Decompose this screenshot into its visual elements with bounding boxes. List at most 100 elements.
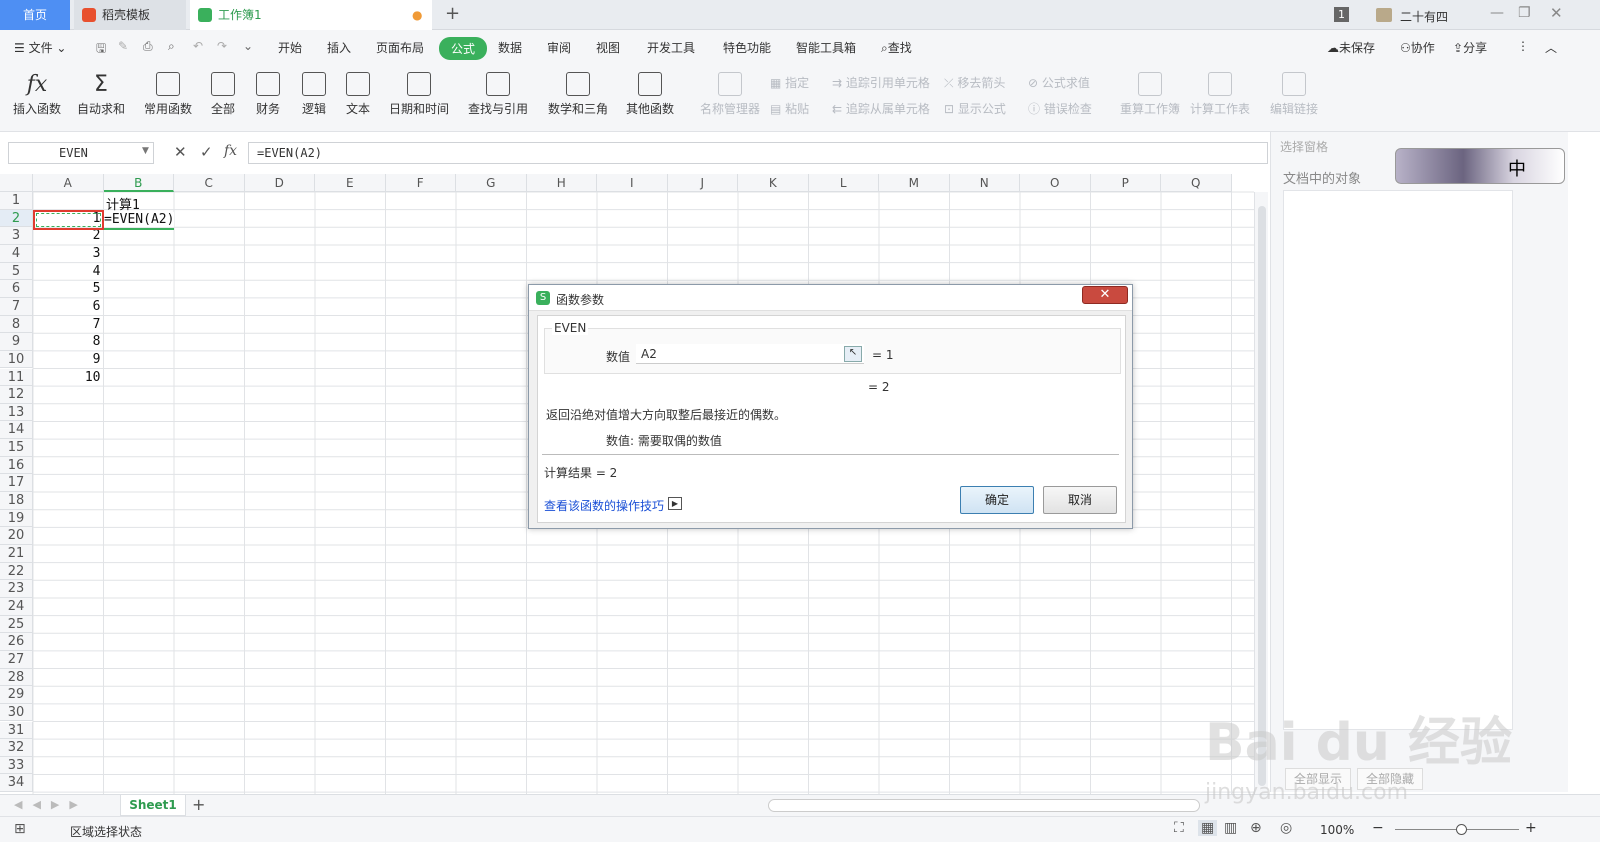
column-header-h[interactable]: H bbox=[526, 174, 597, 192]
column-header-q[interactable]: Q bbox=[1161, 174, 1232, 192]
new-tab-button[interactable]: + bbox=[445, 3, 460, 24]
column-header-e[interactable]: E bbox=[315, 174, 386, 192]
avatar[interactable] bbox=[1376, 8, 1392, 22]
evaluate-formula-button[interactable]: ⊘ 公式求值 bbox=[1028, 74, 1090, 91]
cell-a10[interactable]: 9 bbox=[33, 352, 101, 367]
datetime-button[interactable]: 日期和时间 bbox=[384, 72, 454, 117]
edit-links-button[interactable]: 编辑链接 bbox=[1266, 72, 1322, 117]
column-header-k[interactable]: K bbox=[738, 174, 809, 192]
autosum-button[interactable]: Σ 自动求和 bbox=[72, 72, 130, 117]
cell-b1[interactable]: 计算1 bbox=[106, 194, 140, 213]
logic-button[interactable]: 逻辑 bbox=[294, 72, 334, 117]
row-header-20[interactable]: 20 bbox=[0, 527, 33, 545]
select-all-corner[interactable] bbox=[0, 174, 33, 192]
show-formulas-button[interactable]: ⊡ 显示公式 bbox=[944, 100, 1006, 117]
specify-button[interactable]: ▦ 指定 bbox=[770, 74, 809, 91]
menu-insert[interactable]: 插入 bbox=[327, 39, 351, 56]
zoom-level[interactable]: 100% bbox=[1320, 823, 1354, 837]
name-box-dropdown-icon[interactable]: ▼ bbox=[142, 146, 149, 156]
argument-input[interactable]: A2 bbox=[636, 344, 864, 364]
menu-data[interactable]: 数据 bbox=[498, 39, 522, 56]
row-header-33[interactable]: 33 bbox=[0, 756, 33, 775]
paste-name-button[interactable]: ▤ 粘贴 bbox=[770, 100, 809, 117]
row-header-12[interactable]: 12 bbox=[0, 386, 33, 404]
cell-a3[interactable]: 2 bbox=[33, 228, 101, 243]
zoom-slider-thumb[interactable] bbox=[1456, 824, 1467, 835]
row-header-19[interactable]: 19 bbox=[0, 509, 33, 528]
row-header-27[interactable]: 27 bbox=[0, 650, 33, 669]
scroll-thumb[interactable] bbox=[1258, 206, 1266, 786]
row-header-22[interactable]: 22 bbox=[0, 562, 33, 581]
column-header-j[interactable]: J bbox=[667, 174, 738, 192]
tab-home[interactable]: 首页 bbox=[0, 0, 70, 30]
calculate-sheet-button[interactable]: 计算工作表 bbox=[1188, 72, 1252, 117]
menu-features[interactable]: 特色功能 bbox=[723, 39, 771, 56]
trace-dependents-button[interactable]: ⇇ 追踪从属单元格 bbox=[832, 100, 930, 117]
print-icon[interactable]: ⎙ bbox=[143, 39, 153, 54]
column-header-b[interactable]: B bbox=[103, 174, 174, 192]
collaborate-button[interactable]: ⚇协作 bbox=[1400, 39, 1435, 56]
column-header-o[interactable]: O bbox=[1020, 174, 1091, 192]
menu-start[interactable]: 开始 bbox=[278, 39, 302, 56]
restore-icon[interactable]: ❐ bbox=[1518, 5, 1531, 21]
menu-smart-toolbox[interactable]: 智能工具箱 bbox=[796, 39, 856, 56]
column-header-p[interactable]: P bbox=[1090, 174, 1161, 192]
cell-a7[interactable]: 6 bbox=[33, 299, 101, 314]
row-header-28[interactable]: 28 bbox=[0, 668, 33, 687]
file-menu[interactable]: ☰ 文件 ⌄ bbox=[14, 39, 66, 56]
name-box[interactable]: EVEN bbox=[8, 142, 154, 164]
row-header-4[interactable]: 4 bbox=[0, 244, 33, 263]
undo-icon[interactable]: ↶ bbox=[193, 39, 203, 53]
dialog-close-button[interactable]: ✕ bbox=[1082, 286, 1128, 304]
collapse-ribbon-icon[interactable]: ︿ bbox=[1545, 39, 1557, 56]
finance-button[interactable]: 财务 bbox=[248, 72, 288, 117]
sheet-nav-arrows-icon[interactable]: ◀◀▶▶ bbox=[14, 798, 88, 811]
row-header-10[interactable]: 10 bbox=[0, 350, 33, 369]
error-check-button[interactable]: ⓘ 错误检查 bbox=[1028, 100, 1092, 117]
row-header-34[interactable]: 34 bbox=[0, 774, 33, 793]
recalculate-workbook-button[interactable]: 重算工作簿 bbox=[1118, 72, 1182, 117]
column-header-l[interactable]: L bbox=[808, 174, 879, 192]
cell-a8[interactable]: 7 bbox=[33, 317, 101, 332]
unsaved-button[interactable]: ☁未保存 bbox=[1327, 39, 1375, 56]
row-header-23[interactable]: 23 bbox=[0, 580, 33, 598]
math-trig-button[interactable]: 数学和三角 bbox=[542, 72, 614, 117]
save-icon[interactable]: 🖫 bbox=[96, 39, 106, 60]
sheet-tab-sheet1[interactable]: Sheet1 bbox=[120, 795, 186, 816]
zoom-in-icon[interactable]: + bbox=[1525, 820, 1537, 836]
column-header-d[interactable]: D bbox=[244, 174, 315, 192]
row-header-31[interactable]: 31 bbox=[0, 721, 33, 740]
menu-view[interactable]: 视图 bbox=[596, 39, 620, 56]
eye-protection-icon[interactable]: ◎ bbox=[1280, 820, 1292, 836]
row-header-8[interactable]: 8 bbox=[0, 315, 33, 334]
row-header-25[interactable]: 25 bbox=[0, 615, 33, 634]
tab-daoke-templates[interactable]: 稻壳模板 bbox=[74, 0, 186, 30]
other-functions-button[interactable]: 其他函数 bbox=[620, 72, 680, 117]
cell-a11[interactable]: 10 bbox=[33, 370, 101, 385]
objects-list[interactable] bbox=[1283, 190, 1513, 730]
column-header-n[interactable]: N bbox=[949, 174, 1020, 192]
print-preview-icon[interactable]: ⌕ bbox=[168, 39, 175, 54]
row-header-9[interactable]: 9 bbox=[0, 333, 33, 351]
menu-formula[interactable]: 公式 bbox=[439, 37, 488, 60]
format-painter-icon[interactable]: ✎ bbox=[118, 39, 128, 53]
column-header-g[interactable]: G bbox=[456, 174, 527, 192]
cell-a9[interactable]: 8 bbox=[33, 334, 101, 349]
video-icon[interactable]: ▶ bbox=[668, 497, 682, 510]
macro-icon[interactable]: ⊞ bbox=[14, 821, 26, 837]
confirm-formula-icon[interactable]: ✓ bbox=[200, 143, 213, 161]
row-header-24[interactable]: 24 bbox=[0, 597, 33, 616]
add-sheet-button[interactable]: + bbox=[192, 795, 205, 814]
row-header-17[interactable]: 17 bbox=[0, 474, 33, 493]
fullscreen-icon[interactable]: ⛶ bbox=[1174, 820, 1184, 836]
close-window-icon[interactable]: ✕ bbox=[1550, 4, 1563, 22]
row-header-11[interactable]: 11 bbox=[0, 368, 33, 387]
row-header-1[interactable]: 1 bbox=[0, 192, 33, 210]
normal-view-icon[interactable]: ▦ bbox=[1198, 820, 1218, 836]
row-header-21[interactable]: 21 bbox=[0, 545, 33, 563]
formula-input[interactable]: =EVEN(A2) bbox=[248, 142, 1268, 164]
column-header-a[interactable]: A bbox=[33, 174, 104, 192]
collapse-dialog-icon[interactable]: ↖ bbox=[844, 346, 862, 362]
text-functions-button[interactable]: 文本 bbox=[338, 72, 378, 117]
remove-arrows-button[interactable]: ⤫ 移去箭头 bbox=[944, 74, 1005, 91]
